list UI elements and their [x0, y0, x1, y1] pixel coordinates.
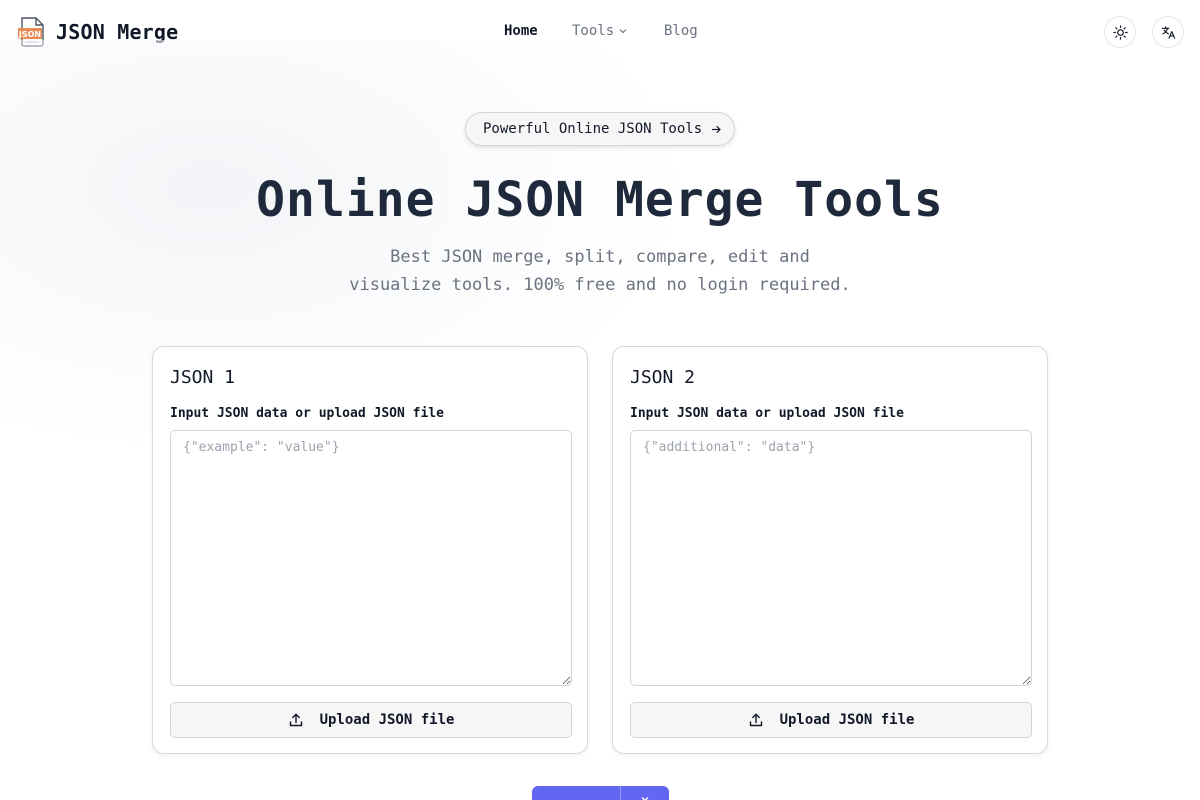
json-input-card-2: JSON 2 Input JSON data or upload JSON fi… [612, 346, 1048, 754]
merge-options-button[interactable] [621, 786, 669, 800]
json-2-input[interactable] [630, 430, 1032, 686]
hero-badge-link[interactable]: Powerful Online JSON Tools [465, 112, 735, 146]
hero-subtitle-line-2: visualize tools. 100% free and no login … [349, 275, 851, 295]
json-1-input[interactable] [170, 430, 572, 686]
card-title: JSON 1 [170, 367, 236, 388]
hero-subtitle: Best JSON merge, split, compare, edit an… [300, 243, 900, 299]
upload-icon [749, 713, 762, 727]
nav-tools[interactable]: Tools [572, 23, 664, 39]
theme-toggle-button[interactable] [1104, 16, 1136, 48]
json-2-upload-button[interactable]: Upload JSON file [630, 702, 1032, 738]
card-label: Input JSON data or upload JSON file [630, 406, 904, 421]
json-1-upload-button[interactable]: Upload JSON file [170, 702, 572, 738]
hero-badge-text: Powerful Online JSON Tools [483, 121, 703, 137]
chevron-down-icon [619, 29, 627, 34]
chevron-down-icon [641, 797, 649, 800]
merge-button[interactable] [532, 786, 620, 800]
translate-icon [1161, 25, 1175, 39]
header: JSON JSON Merge Home Tools Blog [0, 0, 1200, 64]
logo-link[interactable]: JSON JSON Merge [16, 16, 178, 48]
card-label: Input JSON data or upload JSON file [170, 406, 444, 421]
hero-subtitle-line-1: Best JSON merge, split, compare, edit an… [390, 247, 810, 267]
upload-button-label: Upload JSON file [319, 712, 455, 728]
arrow-right-icon [711, 125, 721, 134]
json-file-icon: JSON [18, 17, 44, 47]
upload-icon [289, 713, 302, 727]
nav-home[interactable]: Home [504, 23, 572, 39]
sun-icon [1112, 24, 1128, 40]
json-input-card-1: JSON 1 Input JSON data or upload JSON fi… [152, 346, 588, 754]
nav-tools-label: Tools [572, 23, 615, 39]
card-title: JSON 2 [630, 367, 696, 388]
logo-text: JSON Merge [56, 20, 179, 44]
main-nav: Home Tools Blog [504, 20, 698, 42]
language-button[interactable] [1152, 16, 1184, 48]
merge-button-group [532, 786, 669, 800]
upload-button-label: Upload JSON file [779, 712, 915, 728]
logo-icon-badge: JSON [18, 30, 41, 39]
page-title: Online JSON Merge Tools [256, 172, 944, 228]
nav-blog[interactable]: Blog [664, 23, 698, 39]
